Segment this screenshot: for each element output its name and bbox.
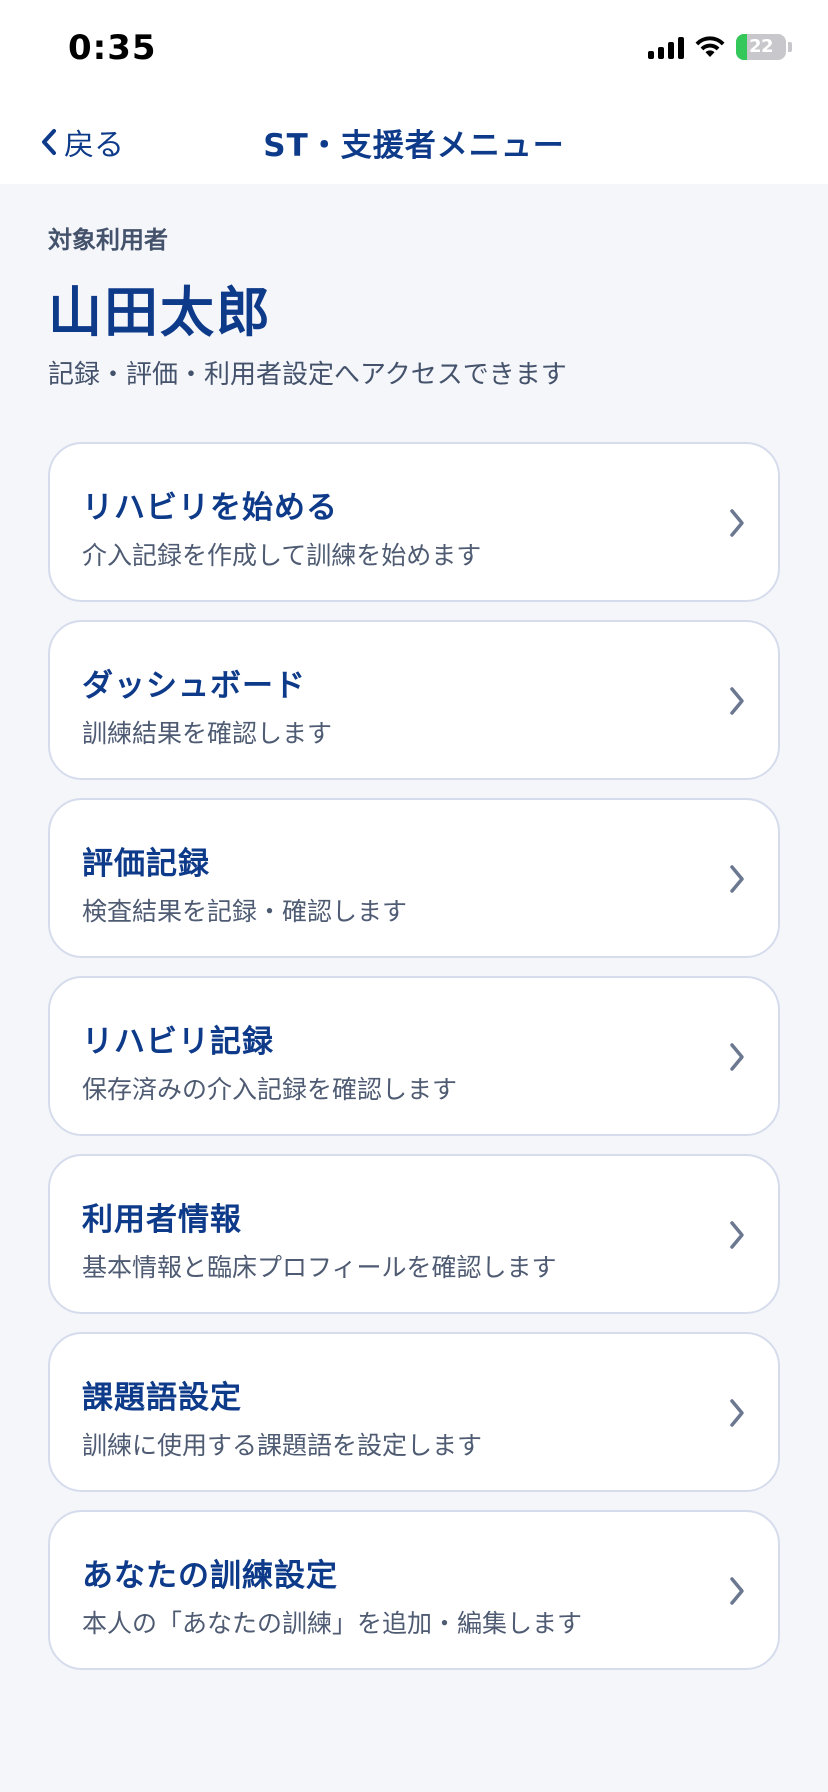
menu-item-dashboard[interactable]: ダッシュボード 訓練結果を確認します: [48, 620, 780, 780]
menu-item-subtitle: 訓練結果を確認します: [82, 719, 333, 748]
menu-item-start-rehab[interactable]: リハビリを始める 介入記録を作成して訓練を始めます: [48, 442, 780, 602]
menu-item-subtitle: 介入記録を作成して訓練を始めます: [82, 541, 482, 570]
chevron-right-icon: [728, 686, 746, 716]
user-name: 山田太郎: [48, 281, 272, 344]
menu-item-subtitle: 保存済みの介入記録を確認します: [82, 1075, 458, 1104]
menu-item-evaluation-records[interactable]: 評価記録 検査結果を記録・確認します: [48, 798, 780, 958]
menu-item-subtitle: 基本情報と臨床プロフィールを確認します: [82, 1253, 557, 1282]
menu-item-title: 課題語設定: [82, 1380, 242, 1416]
menu-item-your-training-settings[interactable]: あなたの訓練設定 本人の「あなたの訓練」を追加・編集します: [48, 1510, 780, 1670]
battery-icon: 22: [736, 34, 786, 60]
menu-item-subtitle: 検査結果を記録・確認します: [82, 897, 408, 926]
wifi-icon: [694, 35, 726, 59]
chevron-right-icon: [728, 508, 746, 538]
nav-title: ST・支援者メニュー: [263, 128, 565, 164]
menu-item-title: 評価記録: [82, 846, 210, 882]
menu-item-title: リハビリ記録: [82, 1024, 274, 1060]
chevron-right-icon: [728, 1576, 746, 1606]
status-time: 0:35: [68, 28, 157, 68]
menu-list: リハビリを始める 介入記録を作成して訓練を始めます ダッシュボード 訓練結果を確…: [48, 442, 780, 1688]
menu-item-subtitle: 訓練に使用する課題語を設定します: [82, 1431, 483, 1460]
menu-item-title: ダッシュボード: [82, 668, 306, 704]
chevron-right-icon: [728, 1398, 746, 1428]
nav-bar: 戻る ST・支援者メニュー: [0, 100, 828, 184]
status-bar: 0:35 22: [0, 0, 828, 100]
page-description: 記録・評価・利用者設定へアクセスできます: [48, 360, 567, 390]
battery-cap: [788, 42, 792, 52]
chevron-right-icon: [728, 1220, 746, 1250]
menu-item-title: リハビリを始める: [82, 490, 338, 526]
chevron-right-icon: [728, 864, 746, 894]
menu-item-task-word-settings[interactable]: 課題語設定 訓練に使用する課題語を設定します: [48, 1332, 780, 1492]
chevron-right-icon: [728, 1042, 746, 1072]
menu-item-title: あなたの訓練設定: [82, 1558, 338, 1594]
menu-item-rehab-records[interactable]: リハビリ記録 保存済みの介入記録を確認します: [48, 976, 780, 1136]
target-user-label: 対象利用者: [48, 226, 168, 254]
menu-item-subtitle: 本人の「あなたの訓練」を追加・編集します: [82, 1609, 583, 1638]
status-icons: 22: [648, 34, 792, 60]
menu-item-title: 利用者情報: [82, 1202, 242, 1238]
battery-level: 22: [748, 36, 774, 57]
menu-item-user-info[interactable]: 利用者情報 基本情報と臨床プロフィールを確認します: [48, 1154, 780, 1314]
cellular-signal-icon: [648, 35, 684, 59]
